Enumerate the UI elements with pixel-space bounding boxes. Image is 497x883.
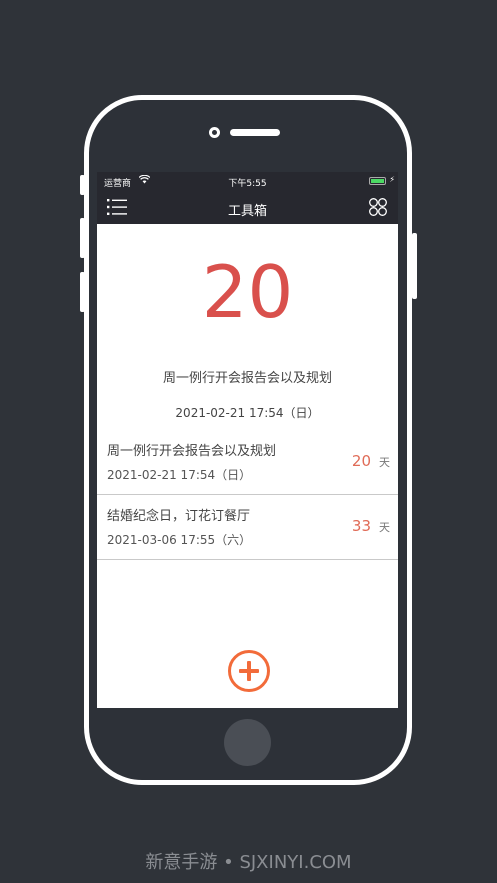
- home-button[interactable]: [224, 719, 271, 766]
- page-title: 工具箱: [227, 204, 267, 219]
- charging-icon: ⚡: [389, 175, 395, 184]
- event-days-unit: 天: [379, 521, 390, 534]
- mute-switch: [80, 175, 85, 195]
- event-days-unit: 天: [379, 456, 390, 469]
- event-row[interactable]: 周一例行开会报告会以及规划 2021-02-21 17:54（日） 20 天: [97, 430, 398, 495]
- app-screen: 运营商 下午5:55 ⚡ 工具箱 20 周一例行开会报告会以及规划 2021-0…: [97, 172, 398, 708]
- hero-event-title: 周一例行开会报告会以及规划: [162, 371, 332, 386]
- apps-icon[interactable]: [368, 197, 388, 217]
- event-row[interactable]: 结婚纪念日，订花订餐厅 2021-03-06 17:55（六） 33 天: [97, 495, 398, 560]
- event-days-count: 33: [351, 517, 371, 535]
- volume-down-button: [80, 272, 85, 312]
- plus-circle-icon[interactable]: [228, 650, 270, 692]
- watermark-text: 新意手游 • SJXINYI.COM: [145, 852, 352, 873]
- event-title: 周一例行开会报告会以及规划: [107, 444, 277, 459]
- status-time: 下午5:55: [228, 179, 267, 189]
- power-button: [412, 233, 417, 299]
- event-date: 2021-02-21 17:54（日）: [107, 468, 252, 482]
- navigation-bar: 工具箱: [97, 191, 398, 224]
- volume-up-button: [80, 218, 85, 258]
- event-date: 2021-03-06 17:55（六）: [107, 533, 252, 547]
- event-title: 结婚纪念日，订花订餐厅: [107, 509, 251, 524]
- earpiece-speaker: [230, 129, 280, 136]
- front-camera: [209, 127, 220, 138]
- status-bar: 运营商 下午5:55 ⚡: [97, 172, 398, 191]
- hero-event-date: 2021-02-21 17:54（日）: [175, 406, 320, 420]
- event-days-count: 20: [351, 452, 371, 470]
- battery-icon: [369, 177, 386, 185]
- hero-days-count: 20: [201, 250, 294, 334]
